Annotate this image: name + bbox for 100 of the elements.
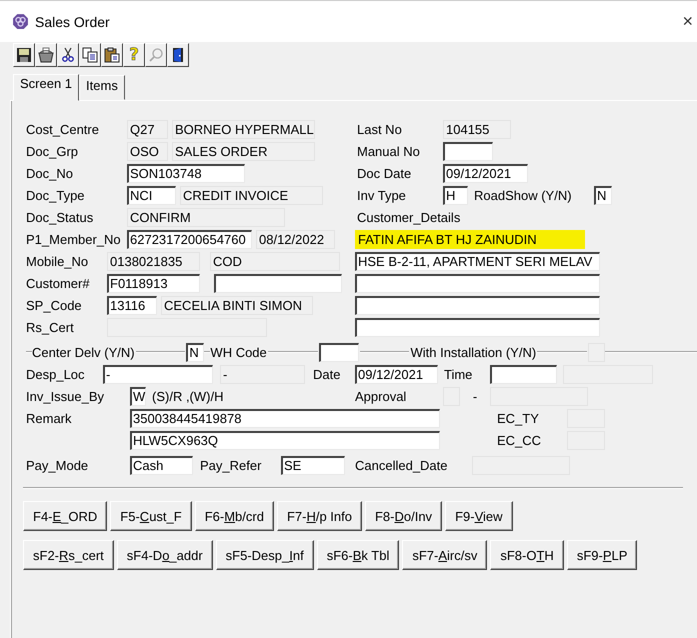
scissors-icon [60, 47, 76, 63]
field-label: Mobile_No [26, 254, 90, 268]
time-field[interactable] [490, 364, 557, 384]
field-label: Manual No [357, 144, 421, 158]
code-field: OSO [127, 142, 168, 160]
field-label: With Installation (Y/N) [410, 344, 536, 360]
copy-button[interactable] [79, 43, 101, 67]
function-key-button[interactable]: sF2-Rs_cert [23, 540, 114, 570]
window-title: Sales Order [35, 14, 110, 30]
close-button[interactable]: × [678, 11, 697, 32]
search-icon [148, 47, 164, 63]
input-field[interactable]: NCI [127, 186, 176, 204]
bucket-icon [38, 47, 54, 63]
field-label: Rs_Cert [26, 320, 75, 334]
input-field[interactable]: N [594, 186, 612, 204]
function-key-button[interactable]: F8-Do/Inv [364, 501, 442, 531]
field-label: Cost_Centre [26, 122, 100, 136]
name-field: CREDIT INVOICE [180, 186, 323, 204]
section-label: Customer_Details [357, 210, 460, 224]
term-field: COD [210, 252, 340, 270]
hint-text: (S)/R ,(W)/H [152, 388, 224, 404]
remark-field[interactable]: 350038445419878 [130, 408, 440, 428]
field-label: Pay_Mode [26, 458, 90, 472]
input-field[interactable]: N [186, 342, 204, 362]
function-key-button[interactable]: F7-H/p Info [276, 501, 362, 531]
field-label: Last No [357, 122, 403, 136]
input-field[interactable]: F0118913 [107, 274, 200, 292]
input-field[interactable]: Cash [130, 456, 193, 474]
function-key-button[interactable]: sF7-Airc/sv [402, 540, 488, 570]
input-field[interactable]: 13116 [107, 296, 157, 314]
field-label: Remark [26, 410, 73, 426]
function-key-button[interactable]: F6-Mb/crd [194, 501, 274, 531]
function-key-button[interactable]: sF8-OTH [490, 540, 564, 570]
field-label: P1_Member_No [26, 232, 122, 246]
field-label: Time [444, 366, 474, 382]
date-field: 08/12/2022 [256, 230, 335, 248]
input-field[interactable] [443, 142, 493, 160]
function-key-button[interactable]: F5-Cust_F [110, 501, 192, 531]
input-field[interactable]: W [130, 386, 146, 406]
address-field[interactable] [355, 296, 600, 314]
field-label: Date [313, 366, 342, 382]
input-field[interactable]: H [443, 186, 468, 204]
cut-button[interactable] [57, 43, 79, 67]
print-button[interactable] [35, 43, 57, 67]
field-label: RoadShow (Y/N) [474, 188, 573, 202]
input-field[interactable]: - [103, 364, 213, 384]
field-label: Approval [355, 388, 408, 404]
copy-icon [82, 47, 98, 63]
address-field[interactable] [355, 274, 600, 292]
function-key-button[interactable]: sF5-Desp_Inf [216, 540, 314, 570]
field-label: Cancelled_Date [355, 458, 449, 472]
code-field: Q27 [127, 120, 168, 138]
customer-name-field: FATIN AFIFA BT HJ ZAINUDIN [355, 230, 585, 248]
status-field: CONFIRM [127, 208, 285, 226]
field-label: WH Code [210, 344, 267, 360]
tab[interactable]: Items [79, 75, 125, 100]
name-field: CECELIA BINTI SIMON [161, 296, 313, 314]
app-icon [12, 13, 29, 30]
input-field[interactable]: SE [281, 456, 345, 474]
field-label: Doc_Status [26, 210, 94, 224]
input-field[interactable] [318, 342, 359, 362]
field-label: Doc Date [357, 166, 412, 180]
function-key-button[interactable]: F9-View [445, 501, 513, 531]
function-key-button[interactable]: sF9-PLP [566, 540, 638, 570]
field-label: Customer# [26, 276, 91, 290]
function-key-button[interactable]: sF4-Do_addr [116, 540, 213, 570]
phone-field: 0138021835 [107, 252, 200, 270]
field-label: Desp_Loc [26, 366, 86, 382]
location-field: - [220, 364, 305, 384]
separator-text: - [472, 388, 478, 404]
exit-button[interactable] [167, 43, 189, 67]
find-button[interactable] [145, 43, 167, 67]
field-label: Doc_Type [26, 188, 86, 202]
input-field [588, 342, 606, 362]
number-field: 104155 [443, 120, 511, 138]
field-label: Pay_Refer [200, 458, 262, 472]
field-label: Doc_Grp [26, 144, 80, 158]
name-field: SALES ORDER [172, 142, 315, 160]
field-label: Inv Type [357, 188, 407, 202]
function-key-button[interactable]: sF6-Bk Tbl [316, 540, 400, 570]
address-field[interactable] [355, 318, 600, 336]
date-field[interactable]: 09/12/2021 [443, 164, 528, 182]
input-field[interactable]: 6272317200654760 [127, 230, 252, 248]
address-field[interactable]: HSE B-2-11, APARTMENT SERI MELAV [355, 252, 600, 270]
remark-field[interactable]: HLW5CX963Q [130, 430, 440, 450]
name-field: BORNEO HYPERMALL [172, 120, 315, 138]
field-label: Doc_No [26, 166, 74, 180]
door-icon [170, 47, 186, 63]
input-field[interactable] [214, 274, 342, 292]
field-label: SP_Code [26, 298, 83, 312]
field-label: EC_TY [497, 410, 540, 426]
save-button[interactable] [13, 43, 35, 67]
field-label: EC_CC [497, 432, 542, 448]
date-field[interactable]: 09/12/2021 [355, 364, 438, 384]
clipboard-icon [104, 47, 120, 63]
function-key-button[interactable]: F4-E_ORD [23, 501, 108, 531]
tab[interactable]: Screen 1 [13, 74, 80, 101]
input-field[interactable]: SON103748 [127, 164, 245, 182]
paste-button[interactable] [101, 43, 123, 67]
floppy-icon [16, 47, 32, 63]
